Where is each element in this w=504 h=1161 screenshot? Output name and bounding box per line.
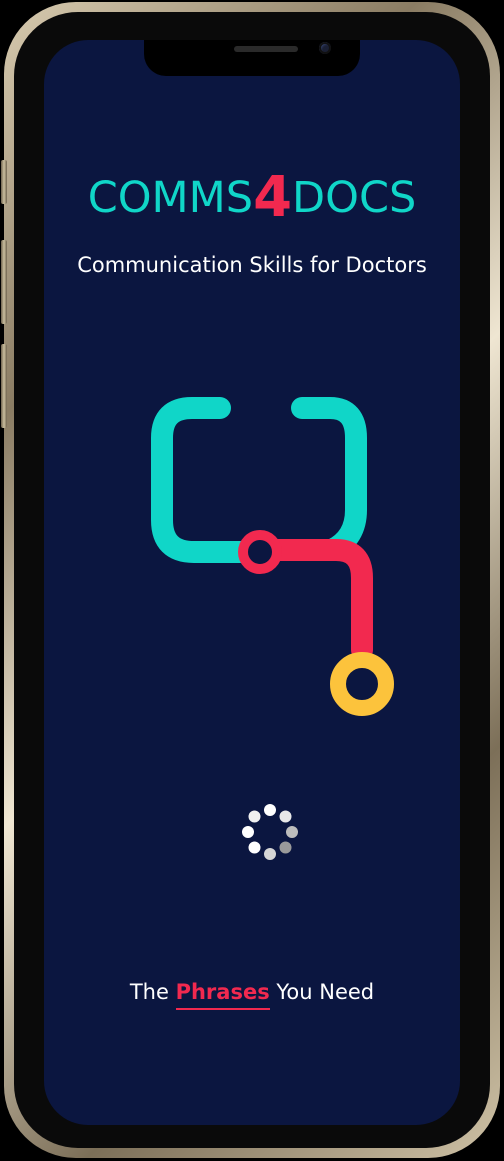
silent-switch [1, 160, 7, 204]
volume-down-button [1, 344, 7, 428]
spinner-dot [264, 848, 276, 860]
volume-up-button [1, 240, 7, 324]
spinner-dot [264, 804, 276, 816]
slogan-before: The [129, 980, 169, 1004]
spinner-dot [279, 841, 292, 854]
spinner-dot [286, 826, 298, 838]
device-mockup: COMMS4DOCS Communication Skills for Doct… [0, 0, 504, 1161]
spinner-dot [242, 826, 254, 838]
spinner-dot [279, 810, 292, 823]
spinner-dot [248, 841, 261, 854]
loading-spinner-icon [242, 804, 298, 860]
footer-slogan: The Phrases You Need [44, 980, 460, 1010]
slogan-after: You Need [276, 980, 375, 1004]
spinner-dot [248, 810, 261, 823]
splash-screen: COMMS4DOCS Communication Skills for Doct… [44, 40, 460, 1125]
slogan-highlight: Phrases [175, 980, 270, 1010]
